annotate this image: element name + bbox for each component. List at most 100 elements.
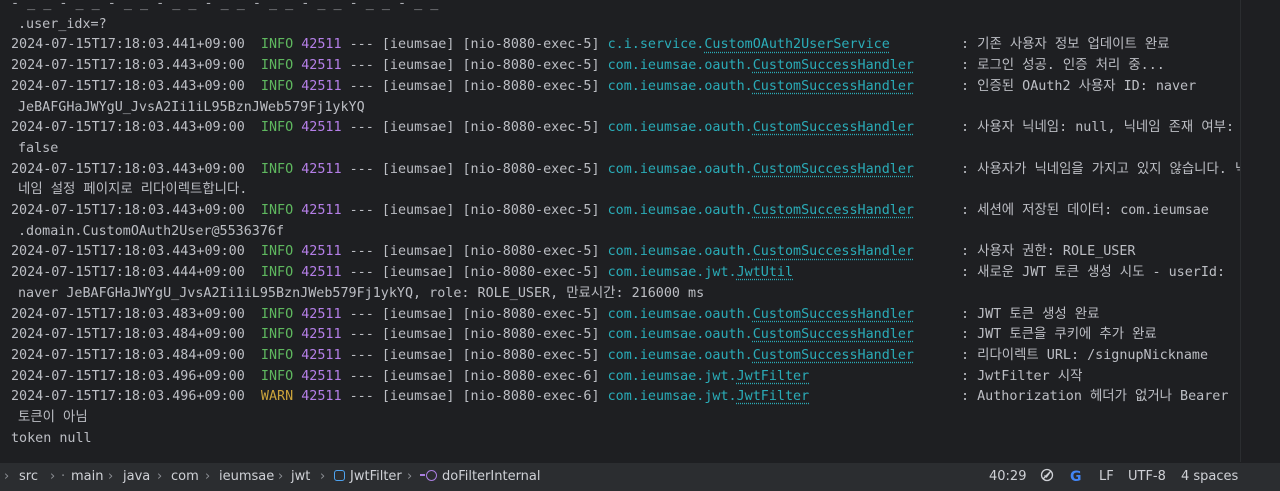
log-pid: 42511: [301, 203, 342, 218]
log-separator: ---: [349, 203, 374, 218]
status-bar: › src › · main › java › com › ieumsae › …: [0, 462, 1280, 491]
log-trailing-text: token null: [11, 430, 92, 446]
log-line: 2024-07-15T17:18:03.496+09:00 WARN 42511…: [11, 386, 1240, 407]
log-continuation: .user_idx=?: [11, 14, 1240, 35]
log-separator: ---: [349, 306, 374, 322]
file-encoding[interactable]: UTF-8: [1128, 463, 1166, 491]
breadcrumb-com[interactable]: com: [171, 463, 199, 491]
log-pid: 42511: [301, 265, 342, 281]
log-continuation-text: JeBAFGHaJWYgU_JvsA2Ii1iL95BznJWeb579Fj1y…: [18, 99, 365, 115]
log-pid: 42511: [301, 306, 342, 322]
log-message-text: 사용자가 닉네임을 가지고 있지 않습니다. 닉: [977, 161, 1240, 177]
log-logger-class: CustomSuccessHandler: [752, 306, 914, 322]
log-app: [ieumsae]: [381, 78, 455, 94]
log-logger-link[interactable]: com.ieumsae.oauth.CustomSuccessHandler: [608, 203, 914, 218]
log-pid: 42511: [301, 327, 342, 343]
log-message-text: 리다이렉트 URL: /signupNickname: [977, 347, 1209, 363]
log-pid: 42511: [301, 37, 342, 53]
log-pid: 42511: [301, 244, 342, 260]
log-level: INFO: [260, 203, 294, 218]
log-message-text: JWT 토큰을 쿠키에 추가 완료: [977, 327, 1157, 343]
log-line: 2024-07-15T17:18:03.444+09:00 INFO 42511…: [11, 262, 1240, 283]
log-pid: 42511: [301, 347, 342, 363]
log-app: [ieumsae]: [381, 306, 455, 322]
log-message-text: 기존 사용자 정보 업데이트 완료: [977, 37, 1170, 53]
log-app: [ieumsae]: [381, 37, 455, 53]
log-logger-package: com.ieumsae.jwt.: [607, 265, 737, 281]
breadcrumb-method[interactable]: doFilterInternal: [420, 463, 541, 491]
breadcrumb-jwt[interactable]: jwt: [291, 463, 310, 491]
log-app: [ieumsae]: [381, 389, 455, 405]
scrollbar-gutter[interactable]: [1240, 0, 1280, 462]
log-continuation-text: false: [18, 140, 59, 156]
log-logger-link[interactable]: c.i.service.CustomOAuth2UserService: [608, 37, 890, 52]
breadcrumb-java[interactable]: java: [123, 463, 150, 491]
log-thread: [nio-8080-exec-5]: [462, 306, 600, 322]
chevron-right-icon: ›: [157, 469, 163, 484]
log-level: INFO: [260, 306, 294, 322]
java-class-icon: [334, 470, 345, 481]
log-logger-class: CustomSuccessHandler: [752, 120, 914, 136]
console-output[interactable]: - _ _ - _ _ - _ _ - _ _ - _ _ - _ _ - _ …: [0, 0, 1240, 462]
log-line: 2024-07-15T17:18:03.441+09:00 INFO 42511…: [11, 34, 1240, 55]
log-level: INFO: [260, 37, 294, 53]
log-logger-link[interactable]: com.ieumsae.jwt.JwtFilter: [608, 389, 810, 404]
log-thread: [nio-8080-exec-5]: [462, 120, 600, 136]
log-app: [ieumsae]: [381, 58, 455, 74]
log-continuation-text: .domain.CustomOAuth2User@5536376f: [18, 223, 285, 239]
log-logger-link[interactable]: com.ieumsae.oauth.CustomSuccessHandler: [608, 120, 914, 135]
log-timestamp: 2024-07-15T17:18:03.441+09:00: [11, 37, 245, 53]
log-logger-link[interactable]: com.ieumsae.jwt.JwtFilter: [608, 369, 810, 384]
log-line: 2024-07-15T17:18:03.443+09:00 INFO 42511…: [11, 159, 1240, 180]
log-message: : 세션에 저장된 데이터: com.ieumsae: [961, 203, 1209, 218]
log-logger-link[interactable]: com.ieumsae.oauth.CustomSuccessHandler: [608, 348, 914, 363]
breadcrumb-jwtfilter[interactable]: JwtFilter: [334, 463, 402, 491]
google-icon[interactable]: G: [1070, 463, 1082, 491]
log-logger-link[interactable]: com.ieumsae.oauth.CustomSuccessHandler: [608, 307, 914, 322]
log-thread: [nio-8080-exec-5]: [462, 161, 600, 177]
log-message: : JWT 토큰을 쿠키에 추가 완료: [961, 327, 1157, 343]
log-logger-class: CustomSuccessHandler: [752, 161, 914, 177]
log-logger-class: CustomSuccessHandler: [752, 327, 914, 343]
log-pid: 42511: [301, 78, 342, 94]
log-thread: [nio-8080-exec-5]: [462, 327, 600, 343]
log-thread: [nio-8080-exec-5]: [462, 37, 600, 53]
log-message-text: 사용자 닉네임: null, 닉네임 존재 여부:: [977, 120, 1235, 136]
no-inspections-icon[interactable]: [1040, 463, 1054, 491]
log-logger-class: JwtFilter: [736, 389, 810, 405]
log-message: : JWT 토큰 생성 완료: [961, 306, 1100, 322]
chevron-right-icon: ›: [205, 469, 211, 484]
log-message: : Authorization 헤더가 없거나 Bearer: [961, 389, 1229, 405]
line-ending[interactable]: LF: [1099, 463, 1114, 491]
log-line: 2024-07-15T17:18:03.483+09:00 INFO 42511…: [11, 304, 1240, 325]
log-logger-package: com.ieumsae.oauth.: [607, 327, 753, 343]
log-message: : 리다이렉트 URL: /signupNickname: [961, 347, 1209, 363]
log-logger-class: JwtFilter: [736, 368, 810, 384]
breadcrumb-src[interactable]: src: [19, 463, 38, 491]
chevron-right-icon: ›: [50, 469, 56, 484]
log-line: 2024-07-15T17:18:03.484+09:00 INFO 42511…: [11, 324, 1240, 345]
log-separator: ---: [349, 120, 374, 136]
log-timestamp: 2024-07-15T17:18:03.484+09:00: [11, 347, 245, 363]
log-pid: 42511: [301, 368, 342, 384]
log-logger-link[interactable]: com.ieumsae.oauth.CustomSuccessHandler: [608, 58, 914, 73]
log-logger-link[interactable]: com.ieumsae.oauth.CustomSuccessHandler: [608, 244, 914, 259]
log-timestamp: 2024-07-15T17:18:03.496+09:00: [11, 389, 245, 405]
indent-setting[interactable]: 4 spaces: [1181, 463, 1238, 491]
log-line: 2024-07-15T17:18:03.496+09:00 INFO 42511…: [11, 366, 1240, 387]
cursor-position[interactable]: 40:29: [989, 463, 1026, 491]
log-logger-package: com.ieumsae.oauth.: [607, 78, 753, 94]
breadcrumb-method-label: doFilterInternal: [442, 469, 541, 484]
log-timestamp: 2024-07-15T17:18:03.444+09:00: [11, 265, 245, 281]
breadcrumb-ieumsae[interactable]: ieumsae: [219, 463, 274, 491]
log-logger-link[interactable]: com.ieumsae.oauth.CustomSuccessHandler: [608, 162, 914, 177]
log-timestamp: 2024-07-15T17:18:03.443+09:00: [11, 58, 245, 74]
log-timestamp: 2024-07-15T17:18:03.443+09:00: [11, 244, 245, 260]
log-level: INFO: [260, 161, 294, 177]
breadcrumb-main[interactable]: main: [71, 463, 103, 491]
log-message: : 사용자 닉네임: null, 닉네임 존재 여부:: [961, 120, 1235, 136]
log-logger-link[interactable]: com.ieumsae.oauth.CustomSuccessHandler: [608, 327, 914, 342]
log-separator: ---: [349, 389, 374, 405]
log-logger-link[interactable]: com.ieumsae.oauth.CustomSuccessHandler: [608, 79, 914, 94]
log-logger-link[interactable]: com.ieumsae.jwt.JwtUtil: [608, 265, 793, 280]
